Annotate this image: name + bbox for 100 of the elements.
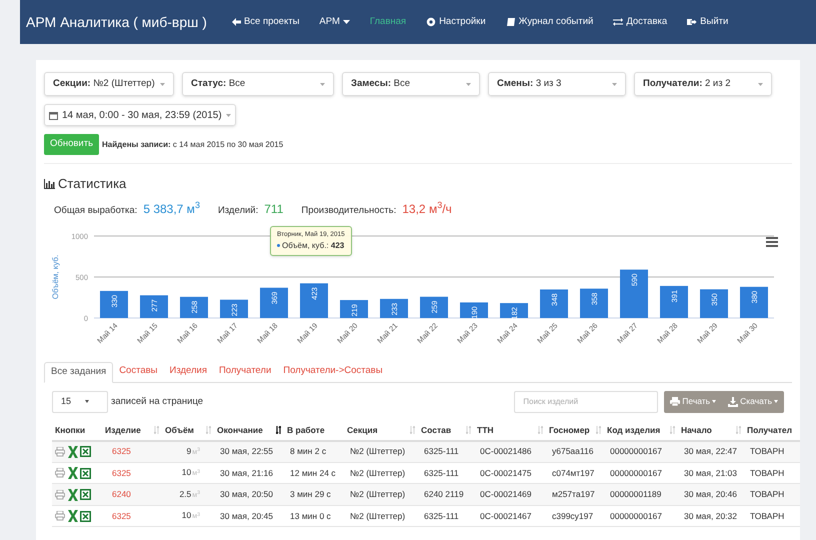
- filter-dropdown[interactable]: Получатели: 2 из 2: [634, 72, 772, 96]
- nav-link[interactable]: Все проекты: [230, 14, 300, 30]
- sort-icon: [206, 426, 211, 434]
- filter-dropdown[interactable]: Статус: Все: [182, 72, 334, 96]
- y-axis-title: Объём, куб.: [51, 254, 60, 299]
- spreadsheet-icon: [80, 510, 91, 522]
- page-size-select[interactable]: 15: [52, 390, 108, 413]
- product-link[interactable]: 6325: [102, 462, 162, 484]
- table-cell: 30 мая, 22:47: [678, 440, 744, 462]
- search-field[interactable]: Поиск изделий: [514, 390, 658, 413]
- x-icon: [67, 446, 78, 458]
- table-cell: 6240 2119: [418, 484, 474, 506]
- table-cell: м257та197: [546, 484, 604, 506]
- column-header: В работе: [284, 420, 344, 441]
- nav-link[interactable]: АРМ: [319, 14, 350, 30]
- caret-icon: [85, 400, 90, 404]
- nav-link[interactable]: Выйти: [687, 14, 728, 30]
- exchange-icon: [613, 17, 624, 27]
- column-header[interactable]: Начало: [678, 420, 744, 441]
- table-cell: 30 мая, 20:45: [214, 505, 284, 527]
- column-header[interactable]: Состав: [418, 420, 474, 441]
- bar: [380, 298, 408, 318]
- table-cell: 00000001189: [604, 484, 678, 506]
- print-icon: [670, 396, 680, 407]
- product-link[interactable]: 6325: [102, 440, 162, 462]
- column-header[interactable]: Секция: [344, 420, 418, 441]
- print-icon: [55, 490, 65, 500]
- sort-icon: [466, 426, 471, 434]
- section-title: Статистика: [58, 175, 126, 193]
- nav-link[interactable]: Доставка: [613, 14, 668, 30]
- column-header: Кнопки: [52, 420, 102, 441]
- bar: [260, 288, 288, 318]
- bar: [180, 296, 208, 318]
- print-icon: [55, 468, 65, 478]
- caret-icon: [466, 82, 471, 86]
- table-cell: 00000000167: [604, 440, 678, 462]
- settings-icon: [426, 17, 436, 27]
- bar: [140, 295, 168, 318]
- bar: [540, 289, 568, 318]
- table-cell: 30 мая, 21:16: [214, 462, 284, 484]
- column-header[interactable]: Госномер: [546, 420, 604, 441]
- bar: [100, 290, 128, 318]
- table-cell: 6325-111: [418, 505, 474, 527]
- download-icon: [728, 396, 738, 407]
- column-header[interactable]: ТТН: [474, 420, 546, 441]
- x-icon: [67, 467, 78, 479]
- column-header[interactable]: Объём: [162, 420, 214, 441]
- bar: [700, 289, 728, 318]
- caret-icon: [774, 400, 778, 404]
- menu-icon[interactable]: [766, 236, 778, 247]
- filter-dropdown[interactable]: Замесы: Все: [342, 72, 480, 96]
- table-cell: №2 (Штеттер): [344, 505, 418, 527]
- column-header[interactable]: Код изделия: [604, 420, 678, 441]
- tab[interactable]: Изделия: [163, 360, 213, 382]
- stat-label: Общая выработка:: [54, 204, 138, 218]
- filter-dropdown[interactable]: Секции: №2 (Штеттер): [44, 72, 174, 96]
- tab[interactable]: Получатели: [212, 360, 278, 382]
- column-header[interactable]: Изделие: [102, 420, 162, 441]
- caret-icon: [612, 82, 617, 86]
- print-icon: [55, 511, 65, 521]
- table-cell: ТОВАРН: [744, 484, 800, 506]
- table-cell: ТОВАРН: [744, 440, 800, 462]
- column-header[interactable]: Окончание: [214, 420, 284, 441]
- tab[interactable]: Все задания: [44, 362, 114, 383]
- table-cell: 13 мин 0 с: [284, 505, 344, 527]
- calendar-icon: [49, 110, 58, 120]
- tab[interactable]: Составы: [113, 360, 164, 382]
- nav-link[interactable]: Настройки: [426, 14, 486, 30]
- found-records-text: Найдены записи: с 14 мая 2015 по 30 мая 2015: [102, 138, 284, 150]
- table-cell: №2 (Штеттер): [344, 462, 418, 484]
- table-cell: 0С-00021486: [474, 440, 546, 462]
- bar: [500, 302, 528, 318]
- page-size-label: записей на странице: [111, 394, 204, 409]
- tab[interactable]: Получатели->Составы: [277, 360, 389, 382]
- bar: [340, 300, 368, 318]
- nav-link[interactable]: Главная: [370, 14, 406, 30]
- table-cell: 30 мая, 20:50: [214, 484, 284, 506]
- x-icon: [67, 488, 78, 500]
- product-link[interactable]: 6240: [102, 484, 162, 506]
- x-icon: [67, 510, 78, 522]
- stat-value: 5 383,7 м$^{3}$: [143, 200, 200, 218]
- caret-icon: [712, 400, 716, 404]
- tooltip-text: Объём, куб.: 423: [282, 240, 344, 252]
- spreadsheet-icon: [80, 489, 91, 500]
- table-cell: 30 мая, 21:03: [678, 462, 744, 484]
- table-cell: 30 мая, 20:32: [678, 505, 744, 527]
- caret-icon: [160, 82, 165, 86]
- spreadsheet-icon: [80, 468, 91, 478]
- table-cell: 10: [182, 467, 192, 478]
- nav-link[interactable]: Журнал событий: [506, 14, 594, 30]
- filter-dropdown[interactable]: Смены: 3 из 3: [488, 72, 626, 96]
- caret-icon: [320, 82, 325, 86]
- table-cell: 6325-111: [418, 440, 474, 462]
- table-cell: 8 мин 2 с: [284, 440, 344, 462]
- sort-icon: [410, 426, 415, 434]
- date-range-dropdown[interactable]: 14 мая, 0:00 - 30 мая, 23:59 (2015): [44, 104, 236, 126]
- sort-icon: [670, 426, 675, 434]
- product-link[interactable]: 6325: [102, 505, 162, 527]
- sort-icon: [596, 426, 601, 434]
- table-cell: 6325-111: [418, 462, 474, 484]
